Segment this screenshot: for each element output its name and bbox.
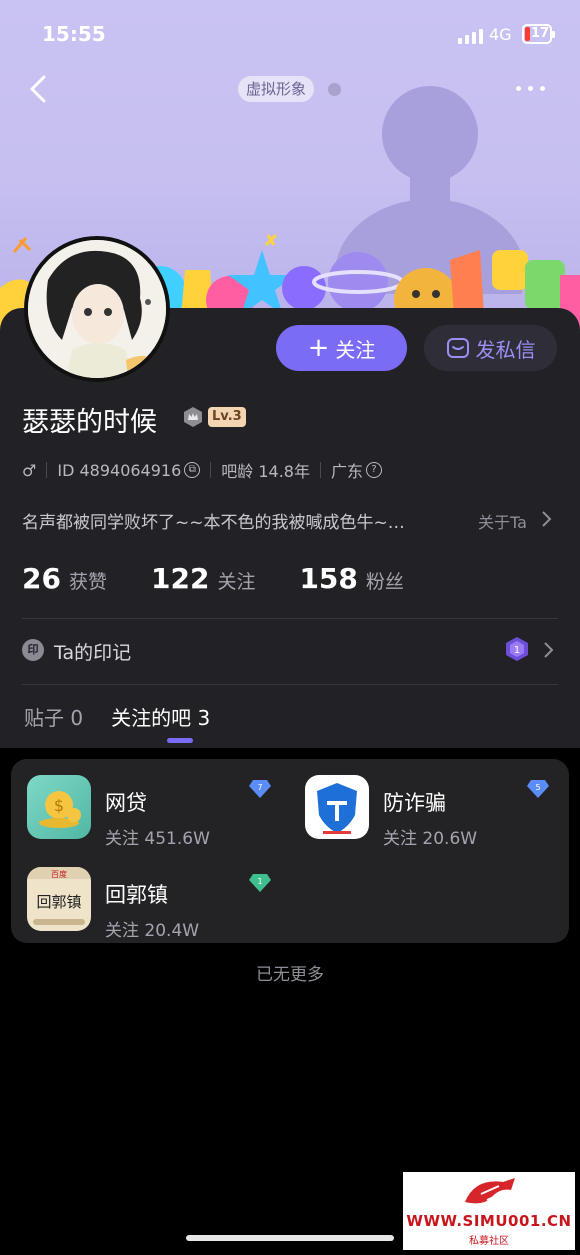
forum-followers: 关注 20.6W <box>383 829 478 849</box>
status-dot <box>328 83 341 96</box>
user-id: ID 4894064916 <box>57 460 182 480</box>
username: 瑟瑟的时候 <box>22 407 157 438</box>
status-bar: 15:55 4G 17 <box>0 0 580 70</box>
user-avatar[interactable] <box>24 236 170 382</box>
town-logo-icon: 百度 回郭镇 <box>27 867 91 931</box>
stat-label: 关注 <box>217 571 256 593</box>
forum-name: 网贷 <box>105 791 147 815</box>
signal-icon <box>458 28 484 44</box>
follow-label: 关注 <box>335 337 376 362</box>
mark-label: Ta的印记 <box>54 642 132 664</box>
chevron-right-icon[interactable] <box>540 510 552 528</box>
crown-badge-icon <box>184 407 202 427</box>
message-label: 发私信 <box>475 337 536 362</box>
stat-value: 158 <box>299 562 358 595</box>
divider <box>22 618 558 619</box>
svg-text:7: 7 <box>257 783 262 792</box>
tab-posts[interactable]: 贴子 0 <box>24 702 83 731</box>
bio-text: 名声都被同学败坏了~~本不色的我被喊成色牛~… <box>22 513 405 533</box>
end-of-list-text: 已无更多 <box>256 965 324 985</box>
watermark-logo-icon <box>465 1178 515 1204</box>
money-logo-icon: $ <box>27 775 91 839</box>
shield-logo-icon <box>305 775 369 839</box>
profile-meta: ♂ ID 4894064916 ⧉ 吧龄 14.8年 广东 ? <box>22 459 382 481</box>
forum-item[interactable]: 百度 回郭镇 回郭镇 关注 20.4W <box>21 863 281 941</box>
help-icon[interactable]: ? <box>366 462 382 478</box>
stats-row: 26 获赞 122 关注 158 粉丝 <box>22 562 448 595</box>
stat-value: 26 <box>22 562 61 595</box>
svg-text:百度: 百度 <box>51 869 67 879</box>
home-indicator[interactable] <box>186 1235 394 1241</box>
copy-icon[interactable]: ⧉ <box>184 462 201 478</box>
gender-icon: ♂ <box>22 460 37 480</box>
medal-number: 1 <box>514 645 520 656</box>
tab-followed-forums[interactable]: 关注的吧 3 <box>111 702 210 731</box>
profile-tabs: 贴子 0 关注的吧 3 <box>24 702 238 731</box>
location: 广东 <box>330 462 363 481</box>
tab-indicator <box>167 738 193 743</box>
seal-icon: 印 <box>22 639 44 661</box>
network-label: 4G <box>489 25 512 44</box>
battery-icon: 17 <box>522 24 555 44</box>
diamond-level-icon: 7 <box>249 780 271 798</box>
forum-name: 防诈骗 <box>383 791 446 815</box>
status-time: 15:55 <box>42 22 106 46</box>
battery-level: 17 <box>531 26 550 41</box>
forum-item[interactable]: 防诈骗 关注 20.6W <box>299 771 559 849</box>
mark-row[interactable]: 印 Ta的印记 1 <box>22 634 558 668</box>
diamond-level-icon: 5 <box>527 780 549 798</box>
follow-button[interactable]: + 关注 <box>276 325 407 371</box>
plus-icon: + <box>307 333 330 363</box>
svg-text:回郭镇: 回郭镇 <box>36 893 81 911</box>
forum-list: $ 网贷 关注 451.6W 7 防诈骗 关注 20.6W 5 百度 回郭镇 回… <box>11 759 569 943</box>
stat-fans[interactable]: 158 粉丝 <box>299 562 403 595</box>
message-button[interactable]: 发私信 <box>424 325 557 371</box>
chevron-right-icon <box>544 642 554 658</box>
svg-text:1: 1 <box>257 877 262 886</box>
stat-label: 获赞 <box>68 571 107 593</box>
back-icon[interactable] <box>26 74 52 104</box>
stat-label: 粉丝 <box>365 571 404 593</box>
stat-likes[interactable]: 26 获赞 <box>22 562 107 595</box>
forum-name: 回郭镇 <box>105 883 168 907</box>
watermark-site: WWW.SIMU001.CN <box>406 1212 572 1230</box>
forum-item[interactable]: $ 网贷 关注 451.6W <box>21 771 281 849</box>
forum-followers: 关注 20.4W <box>105 921 200 941</box>
stat-following[interactable]: 122 关注 <box>151 562 255 595</box>
about-link[interactable]: 关于Ta <box>478 509 527 533</box>
stat-value: 122 <box>150 562 210 595</box>
virtual-avatar-tag[interactable]: 虚拟形象 <box>238 76 315 102</box>
account-age: 吧龄 14.8年 <box>221 462 310 481</box>
svg-text:$: $ <box>54 796 64 815</box>
avatar-illustration <box>28 240 166 378</box>
mail-icon <box>446 338 469 358</box>
diamond-level-icon: 1 <box>249 874 271 892</box>
medal-badge-icon: 1 <box>506 637 528 661</box>
watermark-sub: 私募社区 <box>469 1236 509 1247</box>
forum-followers: 关注 451.6W <box>105 829 210 849</box>
svg-text:5: 5 <box>535 783 540 792</box>
divider <box>22 684 558 685</box>
watermark: WWW.SIMU001.CN 私募社区 <box>403 1172 575 1250</box>
level-badge: Lv.3 <box>208 407 246 427</box>
more-icon[interactable] <box>514 80 548 96</box>
